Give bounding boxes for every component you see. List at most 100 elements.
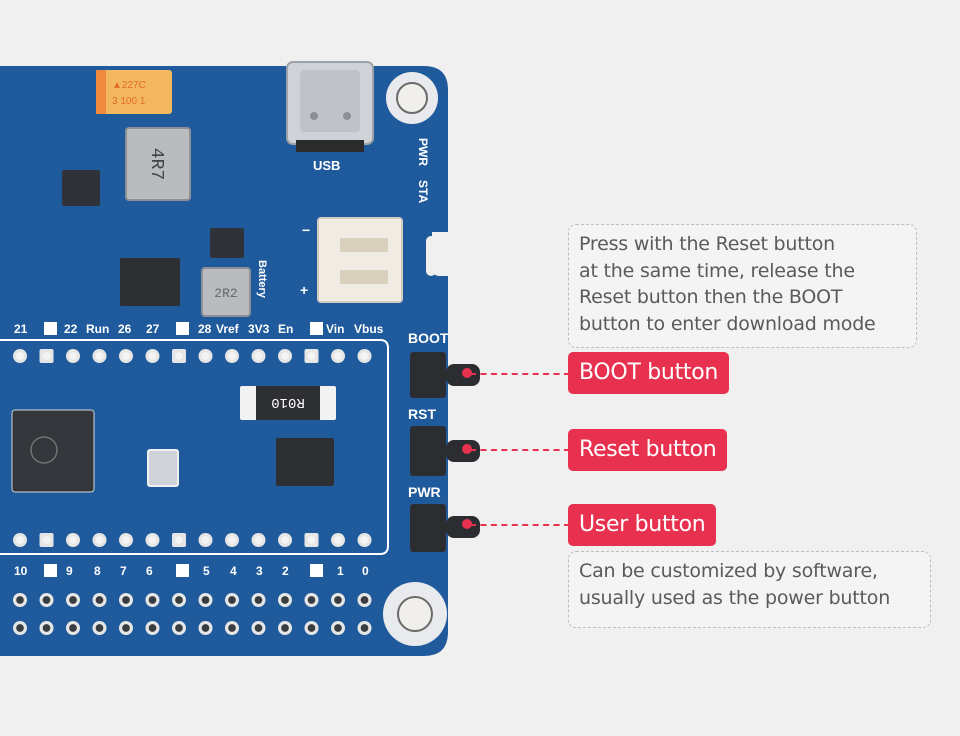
header-pad-hole: [360, 536, 369, 544]
header-pad-hole: [42, 352, 51, 360]
header-pad-hole: [69, 536, 77, 544]
pin-labels-top: 21 G 22 Run 26 27 G 28 Vref 3V3 En G Vin Vbus: [0, 322, 400, 340]
header-pad-hole: [228, 352, 236, 360]
header-pad-hole: [16, 352, 24, 360]
header-pad-hole: [307, 536, 316, 544]
user-leader-line: [470, 524, 570, 526]
pin-label-gnd: G: [310, 563, 324, 577]
header-pad-hole: [122, 352, 130, 360]
header-pad-hole: [122, 624, 130, 632]
header-pad-hole: [228, 536, 236, 544]
note-line: at the same time, release the: [579, 259, 855, 282]
header-pad-hole: [201, 596, 210, 604]
soic-chip-1: [120, 258, 180, 306]
pin-label-10: 10: [14, 564, 28, 578]
header-pad-hole: [254, 536, 263, 544]
boot-button-tag: BOOT button: [568, 352, 730, 394]
user-description-note: Can be customized by software, usually u…: [568, 551, 931, 628]
header-pad-hole: [281, 536, 289, 544]
pin-label-3v3: 3V3: [248, 322, 270, 336]
pin-label-27: 27: [146, 322, 160, 336]
pin-label-0: 0: [362, 564, 369, 578]
header-pad-hole: [69, 352, 77, 360]
pin-label-7: 7: [120, 564, 127, 578]
qfn-chip: [62, 170, 100, 206]
header-pad-hole: [95, 596, 104, 604]
pin-label-vbus: Vbus: [354, 322, 384, 336]
header-pad-hole: [95, 536, 104, 544]
header-pad-hole: [16, 536, 24, 544]
note-line: button to enter download mode: [579, 312, 876, 335]
note-line: Press with the Reset button: [579, 233, 835, 255]
boot-leader-line: [470, 373, 570, 375]
pin-label-vin: Vin: [326, 322, 345, 336]
header-pad-hole: [148, 596, 157, 604]
pin-label-3: 3: [256, 564, 263, 578]
header-pad-hole: [95, 624, 104, 632]
header-pad-hole: [16, 596, 24, 604]
pin-label-gnd: G: [44, 321, 58, 335]
header-pad-hole: [228, 596, 236, 604]
inductor-4r7: 4R7: [125, 127, 191, 201]
header-pad-hole: [69, 624, 77, 632]
crystal: [147, 449, 179, 487]
header-pad-hole: [307, 596, 316, 604]
header-pad-hole: [122, 596, 130, 604]
led-label-sta: STA: [416, 180, 430, 204]
battery-minus-label: −: [302, 222, 311, 238]
header-pad-hole: [201, 352, 210, 360]
boot-silk-label: BOOT: [408, 330, 449, 346]
note-line: Reset button then the BOOT: [579, 286, 843, 308]
mounting-hole-top: [386, 72, 438, 124]
header-pad-hole: [201, 624, 210, 632]
pwr-silk-label: PWR: [408, 484, 441, 500]
battery-silk-label: Battery: [256, 260, 268, 298]
header-pad-hole: [148, 352, 157, 360]
header-pad-hole: [254, 624, 263, 632]
header-pad-hole: [360, 352, 369, 360]
header-pad-hole: [175, 624, 183, 632]
pin-label-gnd: G: [176, 563, 190, 577]
led-label-pwr: PWR: [416, 138, 430, 166]
mounting-hole-bottom: [383, 582, 447, 646]
user-button-tag: User button: [568, 504, 717, 546]
pin-label-gnd: G: [310, 321, 324, 335]
pin-label-8: 8: [94, 564, 101, 578]
pin-label-5: 5: [203, 564, 210, 578]
rst-silk-label: RST: [408, 406, 436, 422]
usb-c-connector: [286, 61, 374, 152]
header-pad-hole: [175, 536, 183, 544]
header-pad-hole: [281, 352, 289, 360]
pin-label-9: 9: [66, 564, 73, 578]
header-pad-hole: [360, 624, 369, 632]
header-pad-hole: [175, 596, 183, 604]
pin-label-4: 4: [230, 564, 237, 578]
header-pad-hole: [254, 352, 263, 360]
inductor-2r2: 2R2: [201, 267, 251, 317]
header-pad-hole: [334, 536, 342, 544]
pin-label-run: Run: [86, 322, 110, 336]
header-pad-hole: [42, 596, 51, 604]
header-pad-hole: [95, 352, 104, 360]
header-pad-hole: [307, 624, 316, 632]
shunt-resistor: R010: [240, 386, 336, 420]
pin-label-2: 2: [282, 564, 289, 578]
pin-label-6: 6: [146, 564, 153, 578]
tantalum-capacitor: ▲227C 3 100 1: [96, 70, 172, 114]
reset-leader-line: [470, 449, 570, 451]
soic-chip-2: [276, 438, 334, 486]
header-pad-hole: [334, 352, 342, 360]
header-pad-hole: [175, 352, 183, 360]
ic-small: [210, 228, 244, 258]
header-pad-hole: [42, 624, 51, 632]
svg-text:3 100 1: 3 100 1: [112, 96, 146, 107]
svg-text:4R7: 4R7: [146, 148, 166, 180]
battery-plus-label: +: [300, 282, 309, 298]
note-line: Can be customized by software,: [579, 560, 878, 582]
header-pad-hole: [16, 624, 24, 632]
pin-label-vref: Vref: [216, 322, 239, 336]
header-pad-hole: [334, 624, 342, 632]
header-pad-hole: [201, 536, 210, 544]
usb-silk-label: USB: [313, 158, 341, 173]
reset-button-tag: Reset button: [568, 429, 728, 471]
